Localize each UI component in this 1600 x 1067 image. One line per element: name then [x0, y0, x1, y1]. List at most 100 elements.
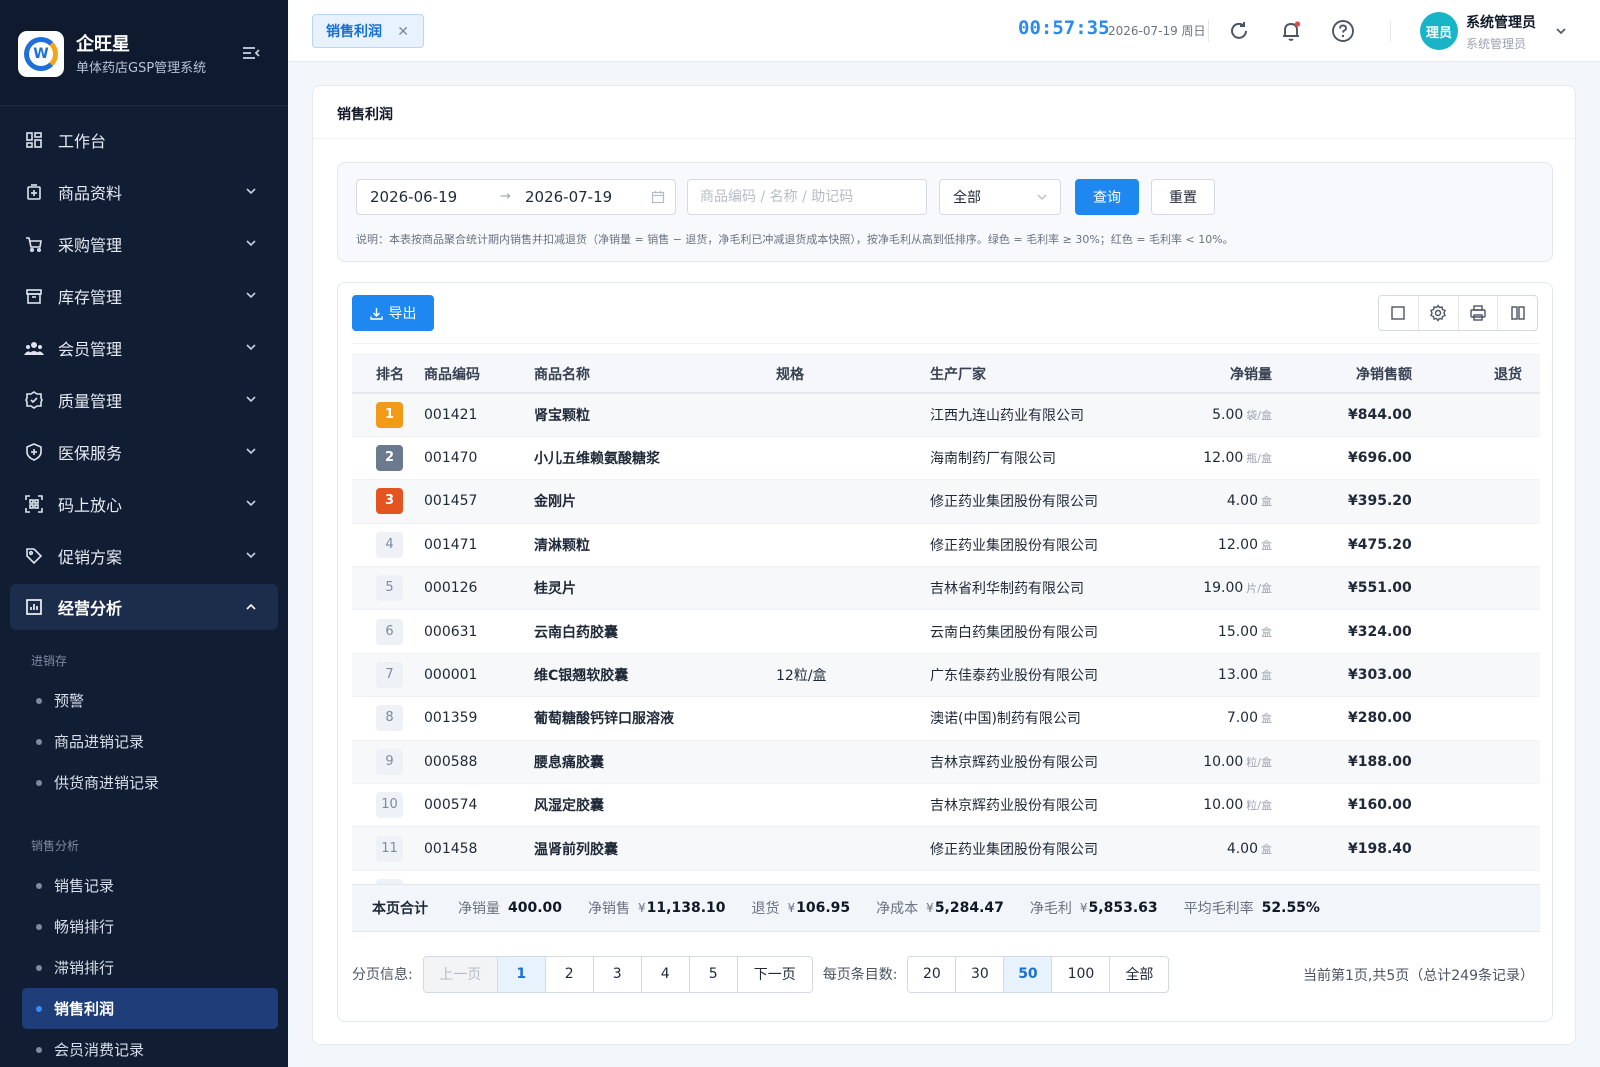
name-cell: 腰息痛胶囊 [534, 740, 776, 785]
date-range-picker[interactable]: 2026-06-19 → 2026-07-19 [356, 179, 676, 215]
sidebar-item-purchase[interactable]: 采购管理 [0, 218, 288, 270]
table-row[interactable]: 7 000001 维C银翘软胶囊 12粒/盒 广东佳泰药业股份有限公司 13.00 盒 ¥30… [352, 653, 1540, 698]
code-cell: 000631 [424, 609, 534, 654]
page-button[interactable]: 4 [642, 956, 690, 992]
qty-cell: 10.00 粒/盒 [1170, 740, 1304, 785]
help-icon[interactable] [1330, 18, 1356, 44]
sidebar-item-insurance[interactable]: 医保服务 [0, 426, 288, 478]
close-icon[interactable]: ✕ [397, 24, 409, 40]
divider [352, 343, 1540, 344]
avatar[interactable]: 理员 [1420, 12, 1458, 50]
column-header[interactable]: 商品编码 [424, 355, 534, 394]
table-row[interactable]: 2 001470 小儿五维赖氨酸糖浆 海南制药厂有限公司 12.00 瓶/盒 ¥696.00 [352, 436, 1540, 481]
page-size-button[interactable]: 100 [1052, 956, 1111, 992]
spec-cell [776, 436, 930, 481]
amount-cell: ¥395.20 [1304, 479, 1494, 524]
sidebar-subitem-slow-sellers[interactable]: 滞销排行 [0, 947, 288, 988]
next-page-button[interactable]: 下一页 [738, 957, 812, 992]
page-size-button[interactable]: 全部 [1110, 957, 1168, 992]
page-button[interactable]: 3 [594, 956, 642, 992]
column-header[interactable]: 商品名称 [534, 355, 776, 394]
table-row[interactable]: 10 000574 风湿定胶囊 吉林京辉药业股份有限公司 10.00 粒/盒 ¥160.00 [352, 783, 1540, 828]
column-header[interactable]: 排名 [352, 355, 424, 394]
unit-value: 粒/盒 [1246, 755, 1272, 769]
name-cell: 温肾前列胶囊 [534, 826, 776, 871]
columns-icon[interactable] [1498, 296, 1537, 330]
collapse-menu-icon[interactable] [240, 42, 262, 64]
reset-button[interactable]: 重置 [1151, 179, 1215, 215]
page-button[interactable]: 2 [546, 956, 594, 992]
table-row[interactable]: 9 000588 腰息痛胶囊 吉林京辉药业股份有限公司 10.00 粒/盒 ¥188.00 [352, 740, 1540, 785]
name-cell: 维C银翘软胶囊 [534, 653, 776, 698]
summary-margin: 52.55% [1261, 900, 1320, 916]
export-button[interactable]: 导出 [352, 295, 434, 331]
query-button[interactable]: 查询 [1075, 179, 1139, 215]
sidebar-subitem-warning[interactable]: 预警 [0, 680, 288, 721]
sidebar-item-dashboard[interactable]: 工作台 [0, 114, 288, 166]
column-header[interactable]: 净销售额 [1304, 355, 1494, 394]
keyword-search-input[interactable] [687, 179, 927, 215]
code-cell: 001421 [424, 393, 534, 437]
divider [1208, 20, 1209, 42]
qty-cell: 4.00 盒 [1170, 479, 1304, 524]
page-size-button[interactable]: 20 [908, 956, 957, 992]
settings-icon[interactable] [1419, 296, 1459, 330]
fullscreen-icon[interactable] [1379, 296, 1419, 330]
category-select[interactable]: 全部 [939, 179, 1061, 215]
column-header[interactable]: 退货 [1494, 355, 1540, 394]
table-row[interactable]: 1 001421 肾宝颗粒 江西九连山药业有限公司 5.00 袋/盒 ¥844.00 [352, 393, 1540, 437]
filter-note: 说明：本表按商品聚合统计期内销售并扣减退货（净销量 = 销售 − 退货，净毛利已… [356, 233, 1234, 246]
amount-cell: ¥475.20 [1304, 523, 1494, 568]
sidebar-item-label: 经营分析 [58, 599, 123, 618]
sidebar-menu: 工作台 商品资料 采购管理 库存管理 会员管理 质量管理 医保服务 码上放心 促… [0, 106, 288, 1067]
table-row[interactable]: 11 001458 温肾前列胶囊 修正药业集团股份有限公司 4.00 盒 ¥198.40 [352, 826, 1540, 871]
table-row[interactable]: 3 001457 金刚片 修正药业集团股份有限公司 4.00 盒 ¥395.20 [352, 479, 1540, 524]
column-header[interactable]: 生产厂家 [930, 355, 1170, 394]
page-size-button[interactable]: 30 [956, 956, 1005, 992]
shield-icon [24, 442, 44, 462]
sidebar-item-quality[interactable]: 质量管理 [0, 374, 288, 426]
sidebar-subitem-product-records[interactable]: 商品进销记录 [0, 721, 288, 762]
sidebar-subitem-member-consumption[interactable]: 会员消费记录 [0, 1029, 288, 1067]
table-row[interactable]: 8 001359 葡萄糖酸钙锌口服溶液 澳诺(中国)制药有限公司 7.00 盒 ¥280.0… [352, 696, 1540, 741]
table-row[interactable]: 5 000126 桂灵片 吉林省利华制药有限公司 19.00 片/盒 ¥551.00 [352, 566, 1540, 611]
page-size-button[interactable]: 50 [1004, 956, 1053, 992]
sidebar-subitem-supplier-records[interactable]: 供货商进销记录 [0, 762, 288, 803]
table-row[interactable]: 4 001471 清淋颗粒 修正药业集团股份有限公司 12.00 盒 ¥475.20 [352, 523, 1540, 568]
page-button[interactable]: 1 [497, 956, 546, 992]
print-icon[interactable] [1459, 296, 1499, 330]
spec-cell [776, 696, 930, 741]
bell-icon[interactable] [1278, 18, 1304, 44]
tab-sales-profit[interactable]: 销售利润 ✕ [312, 14, 424, 48]
date-to[interactable]: 2026-07-19 [525, 188, 612, 206]
sidebar-subitem-sales-profit[interactable]: 销售利润 [22, 988, 278, 1029]
product-icon [24, 182, 44, 202]
page-button[interactable]: 5 [690, 956, 738, 992]
rank-cell: 4 [352, 523, 424, 568]
sidebar-subitem-bestsellers[interactable]: 畅销排行 [0, 906, 288, 947]
sidebar-subitem-sales-records[interactable]: 销售记录 [0, 865, 288, 906]
chevron-down-icon[interactable] [1554, 24, 1568, 38]
user-name[interactable]: 系统管理员 [1466, 12, 1536, 32]
rank-badge: 1 [376, 401, 403, 428]
sidebar-item-products[interactable]: 商品资料 [0, 166, 288, 218]
refresh-icon[interactable] [1226, 18, 1252, 44]
sidebar-item-traceability[interactable]: 码上放心 [0, 478, 288, 530]
column-header[interactable]: 净销量 [1170, 355, 1304, 394]
page-info: 当前第1页,共5页（总计249条记录） [1303, 968, 1534, 984]
sidebar-item-promotion[interactable]: 促销方案 [0, 530, 288, 582]
table-row[interactable]: 6 000631 云南白药胶囊 云南白药集团股份有限公司 15.00 盒 ¥324.00 [352, 609, 1540, 654]
currency-symbol: ¥ [638, 901, 646, 915]
prev-page-button[interactable]: 上一页 [423, 956, 498, 992]
rank-cell: 11 [352, 826, 424, 871]
column-header[interactable]: 规格 [776, 355, 930, 394]
amount-cell: ¥250.00 [1304, 870, 1494, 884]
rank-badge: 7 [376, 662, 403, 689]
sidebar-item-members[interactable]: 会员管理 [0, 322, 288, 374]
qty-value: 5.00 [1212, 406, 1244, 423]
sidebar-item-inventory[interactable]: 库存管理 [0, 270, 288, 322]
date-from[interactable]: 2026-06-19 [370, 188, 457, 206]
archive-icon [24, 286, 44, 306]
sidebar-item-analysis[interactable]: 经营分析 [10, 584, 278, 630]
table-row[interactable]: 12000810前列通栓 马应龙药业集团股份有限公司10.00盒¥250.00 [352, 870, 1540, 884]
